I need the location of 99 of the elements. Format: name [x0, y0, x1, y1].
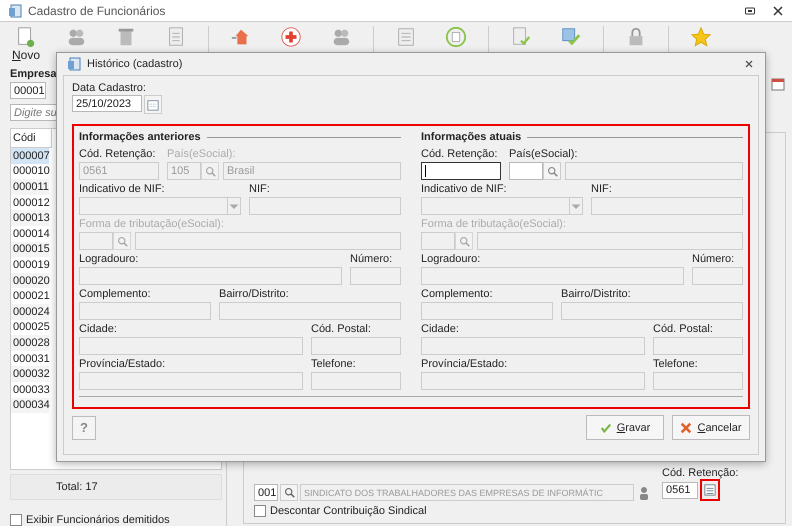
company-label: Empresa	[10, 68, 58, 80]
employee-row[interactable]: 000007	[11, 148, 49, 164]
section-title: Informações atuais	[421, 131, 522, 143]
employee-row[interactable]: 000013	[11, 210, 49, 226]
employee-row[interactable]: 000028	[11, 335, 49, 351]
dropdown-arrow-icon	[569, 198, 582, 214]
search-button[interactable]	[543, 162, 561, 180]
field-label: Logradouro:	[421, 253, 482, 265]
list-icon	[395, 26, 417, 48]
search-button[interactable]	[280, 484, 298, 501]
code-field[interactable]	[421, 232, 455, 250]
cross-icon	[280, 26, 302, 48]
employee-row[interactable]: 000014	[11, 226, 49, 242]
field-label: Cód. Retenção:	[421, 148, 498, 160]
section-title: Informações anteriores	[79, 131, 201, 143]
calendar-icon[interactable]	[770, 76, 786, 92]
employee-row[interactable]: 000031	[11, 350, 49, 366]
field-label: Número:	[350, 253, 394, 265]
close-icon[interactable]	[772, 4, 784, 16]
dialog-title: Histórico (cadastro)	[87, 58, 182, 70]
field-label: Bairro/Distrito:	[219, 288, 290, 300]
dropdown[interactable]	[421, 197, 583, 215]
calendar-button[interactable]	[144, 95, 162, 114]
discount-checkbox[interactable]: Descontar Contribuição Sindical	[254, 505, 779, 517]
cancel-button[interactable]: Cancelar	[672, 415, 750, 440]
field-label: Cód. Postal:	[311, 323, 372, 335]
field-label: NIF:	[591, 183, 613, 195]
new-icon	[15, 26, 37, 48]
show-dismissed-checkbox[interactable]: Exibir Funcionários demitidos	[10, 514, 222, 526]
history-button[interactable]	[700, 479, 720, 501]
field-label: NIF:	[249, 183, 271, 195]
name-field: Brasil	[223, 162, 401, 180]
field-label: Logradouro:	[79, 253, 140, 265]
field-label: País(eSocial):	[509, 148, 578, 160]
restore-icon[interactable]	[744, 4, 756, 16]
field-label: Província/Estado:	[421, 358, 508, 370]
new-button[interactable]: Novo	[8, 26, 44, 62]
field-label: Cidade:	[79, 323, 118, 335]
close-icon[interactable]	[743, 58, 755, 70]
union-code-field[interactable]: 001	[254, 484, 278, 501]
employee-row[interactable]: 000032	[11, 366, 49, 382]
field-label: Indicativo de NIF:	[79, 183, 166, 195]
search-button[interactable]	[455, 232, 473, 250]
employee-row[interactable]: 000024	[11, 304, 49, 320]
date-label: Data Cadastro:	[72, 82, 147, 94]
app-icon	[8, 4, 22, 18]
field-label: Telefone:	[311, 358, 357, 370]
employee-row[interactable]: 000034	[11, 398, 49, 414]
code-field[interactable]	[79, 232, 113, 250]
search-icon	[284, 487, 294, 498]
retention-label: Cód. Retenção:	[662, 467, 738, 479]
field-label: Cidade:	[421, 323, 460, 335]
doccheck-icon	[510, 26, 532, 48]
field-label: Indicativo de NIF:	[421, 183, 508, 195]
field-label: Cód. Postal:	[653, 323, 714, 335]
search-button[interactable]	[113, 232, 131, 250]
employee-row[interactable]: 000025	[11, 320, 49, 336]
union-name-field: SINDICATO DOS TRABALHADORES DAS EMPRESAS DE INFORMÁTIC	[300, 484, 634, 501]
check-icon	[560, 26, 582, 48]
field-label: País(eSocial):	[167, 148, 236, 160]
employee-row[interactable]: 000021	[11, 288, 49, 304]
dropdown-arrow-icon	[227, 198, 240, 214]
dropdown[interactable]	[79, 197, 241, 215]
field-label: Bairro/Distrito:	[561, 288, 632, 300]
date-field[interactable]: 25/10/2023	[72, 95, 142, 112]
employee-row[interactable]: 000020	[11, 272, 49, 288]
employee-row[interactable]: 000011	[11, 179, 49, 195]
list-icon	[704, 484, 716, 496]
window-title: Cadastro de Funcionários	[28, 4, 166, 18]
field-label: Cód. Retenção:	[79, 148, 156, 160]
check-icon	[600, 422, 612, 434]
retention-field[interactable]: 0561	[662, 482, 698, 498]
input-field[interactable]	[421, 162, 501, 180]
employee-row[interactable]: 000019	[11, 257, 49, 273]
field-label: Forma de tributação(eSocial):	[79, 218, 225, 230]
dialog-icon	[67, 57, 81, 71]
employee-row[interactable]: 000012	[11, 194, 49, 210]
cross-icon	[680, 422, 692, 434]
calendar-icon	[147, 98, 159, 110]
code-field[interactable]	[509, 162, 543, 180]
field-label: Telefone:	[653, 358, 699, 370]
employee-row[interactable]: 000010	[11, 164, 49, 180]
save-button[interactable]: Gravar	[586, 415, 664, 440]
field-label: Província/Estado:	[79, 358, 166, 370]
search-icon	[458, 236, 470, 246]
field-label: Complemento:	[421, 288, 494, 300]
field-label: Complemento:	[79, 288, 152, 300]
field-label: Número:	[692, 253, 736, 265]
search-icon	[116, 236, 128, 246]
star-icon	[690, 26, 712, 48]
search-icon	[546, 166, 558, 176]
field-label: Forma de tributação(eSocial):	[421, 218, 567, 230]
employee-row[interactable]: 000033	[11, 382, 49, 398]
search-button[interactable]	[201, 162, 219, 180]
employee-row[interactable]: 000015	[11, 242, 49, 258]
total-count: Total: 17	[10, 474, 222, 500]
cycle-icon	[445, 26, 467, 48]
company-code-field[interactable]: 00001	[10, 82, 46, 99]
search-icon	[204, 166, 216, 176]
